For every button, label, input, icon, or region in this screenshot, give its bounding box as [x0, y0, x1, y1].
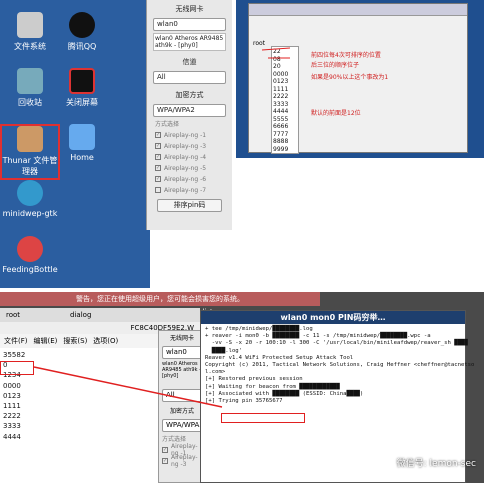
annotation-arrows: [33, 47, 291, 408]
watermark: 微信号: lemon-sec: [396, 459, 476, 469]
